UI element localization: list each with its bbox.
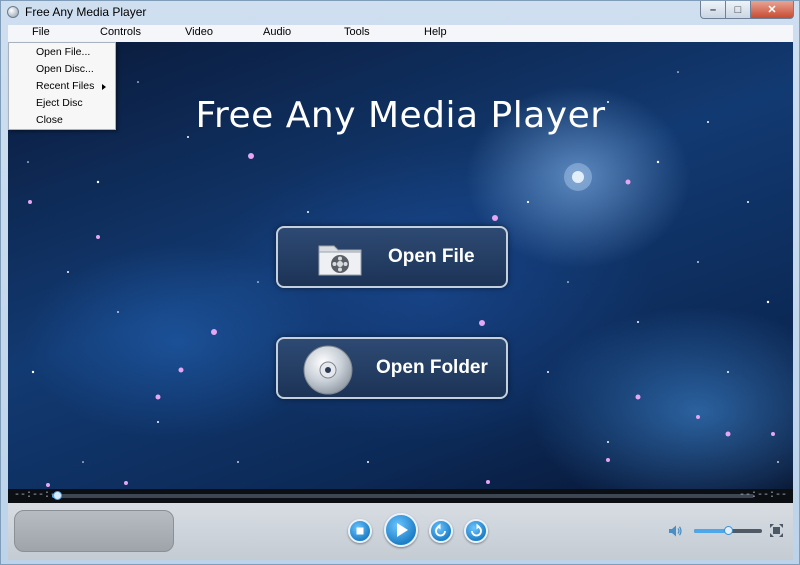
info-display-panel [14, 510, 174, 552]
maximize-button[interactable]: □ [726, 1, 751, 19]
open-folder-label: Open Folder [376, 357, 488, 378]
volume-slider[interactable] [694, 526, 762, 535]
seek-slider[interactable] [52, 491, 754, 500]
volume-handle[interactable] [724, 526, 733, 535]
previous-button[interactable] [429, 519, 453, 543]
disc-icon [303, 345, 353, 395]
app-icon[interactable] [7, 6, 19, 18]
window-title: Free Any Media Player [25, 5, 147, 19]
minimize-button[interactable]: – [700, 1, 726, 19]
menu-audio[interactable]: Audio [263, 26, 291, 38]
menu-video[interactable]: Video [185, 26, 213, 38]
play-icon [397, 523, 408, 537]
seek-bar: --:--:-- --:--:-- [8, 489, 793, 503]
volume-icon[interactable] [667, 523, 683, 539]
file-menu-dropdown: Open File... Open Disc... Recent Files E… [8, 42, 116, 130]
open-folder-button[interactable]: Open Folder [276, 337, 508, 399]
open-file-label: Open File [388, 246, 475, 267]
open-file-button[interactable]: Open File [276, 226, 508, 288]
video-area[interactable]: Free Any Media Player Open File Open Fol… [8, 42, 793, 489]
menu-item-close[interactable]: Close [36, 114, 63, 126]
submenu-arrow-icon [102, 84, 106, 90]
next-button[interactable] [464, 519, 488, 543]
time-total: --:--:-- [738, 490, 787, 501]
menu-item-open-file[interactable]: Open File... [36, 46, 90, 58]
stop-button[interactable] [348, 519, 372, 543]
app-window: Free Any Media Player – □ ✕ File Control… [0, 0, 800, 565]
menu-help[interactable]: Help [424, 26, 447, 38]
menu-file[interactable]: File [32, 26, 50, 38]
close-button[interactable]: ✕ [751, 1, 794, 19]
menu-item-eject-disc[interactable]: Eject Disc [36, 97, 83, 109]
stop-icon [356, 527, 364, 535]
volume-level [694, 529, 728, 533]
title-bar[interactable]: Free Any Media Player – □ ✕ [1, 1, 799, 25]
film-folder-icon [318, 245, 362, 276]
menu-item-recent-files[interactable]: Recent Files [36, 80, 94, 92]
seek-handle[interactable] [52, 491, 62, 500]
rewind-icon [435, 523, 446, 537]
menu-tools[interactable]: Tools [344, 26, 370, 38]
window-controls: – □ ✕ [700, 1, 794, 19]
forward-icon [471, 523, 482, 537]
menu-item-open-disc[interactable]: Open Disc... [36, 63, 94, 75]
play-button[interactable] [384, 513, 418, 547]
control-panel [8, 503, 793, 560]
menu-bar: File Controls Video Audio Tools Help [8, 25, 793, 43]
app-title: Free Any Media Player [195, 95, 606, 136]
fullscreen-icon[interactable] [770, 524, 783, 537]
menu-controls[interactable]: Controls [100, 26, 141, 38]
